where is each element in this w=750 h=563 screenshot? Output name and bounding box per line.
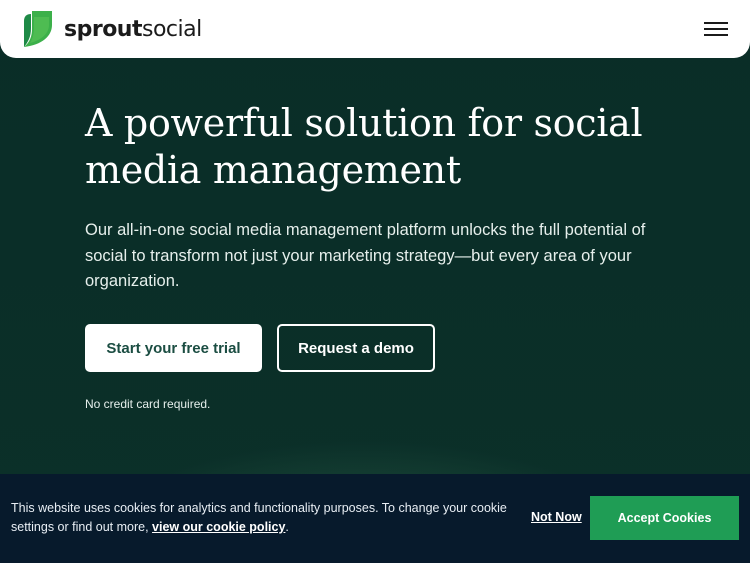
start-free-trial-button[interactable]: Start your free trial [85,324,262,372]
cookie-message: This website uses cookies for analytics … [11,499,511,537]
site-header: sproutsocial [0,0,750,58]
cookie-message-end: . [285,520,289,534]
hamburger-menu-icon [704,22,728,24]
hamburger-menu-button[interactable] [700,18,732,40]
hamburger-menu-icon-bar [704,34,728,36]
page: sproutsocial A powerful solution for soc… [0,0,750,563]
not-now-button[interactable]: Not Now [531,510,582,524]
request-demo-button[interactable]: Request a demo [277,324,435,372]
hero-subtitle: Our all-in-one social media management p… [85,221,646,290]
logo-wordmark: sproutsocial [64,17,202,42]
no-credit-card-note: No credit card required. [85,397,211,411]
cookie-banner: This website uses cookies for analytics … [0,474,750,563]
cookie-policy-link[interactable]: view our cookie policy [152,520,285,534]
sprout-social-logo[interactable]: sproutsocial [22,11,202,47]
sprout-leaf-icon [24,11,52,47]
hamburger-menu-icon-bar [704,28,728,30]
accept-cookies-button[interactable]: Accept Cookies [590,496,739,540]
logo-word-bold: sprout [64,16,143,42]
logo-word-light: social [142,16,202,42]
hero-title: A powerful solution for social media man… [85,101,643,192]
